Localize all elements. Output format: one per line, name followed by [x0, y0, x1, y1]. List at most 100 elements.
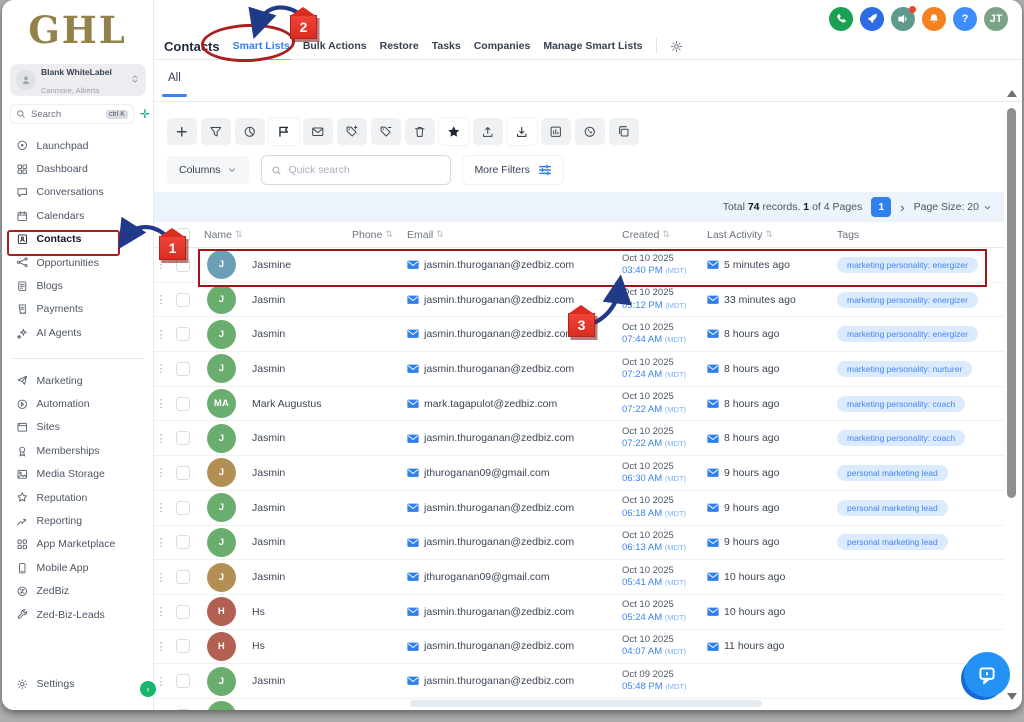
- menu-item-manage-smart-lists[interactable]: Manage Smart Lists: [543, 40, 642, 52]
- send-sms-button[interactable]: [269, 118, 299, 145]
- contact-name[interactable]: Hs: [246, 640, 346, 652]
- sidebar-item-sites[interactable]: Sites: [2, 416, 154, 439]
- contact-name[interactable]: Hs: [246, 606, 346, 618]
- contact-email[interactable]: mark.tagapulot@zedbiz.com: [401, 398, 616, 410]
- table-row[interactable]: ⋮JJasminjasmin.thuroganan@zedbiz.comOct …: [154, 283, 1004, 318]
- contact-name[interactable]: Jasmin: [246, 502, 346, 514]
- bell-icon[interactable]: [922, 7, 946, 31]
- menu-item-companies[interactable]: Companies: [474, 40, 531, 52]
- horizontal-scrollbar[interactable]: [410, 700, 762, 707]
- tag-pill[interactable]: marketing personality: nurturer: [837, 361, 972, 377]
- table-row[interactable]: ⋮JJasminjthuroganan09@gmail.comOct 10 20…: [154, 456, 1004, 491]
- table-row[interactable]: ⋮JJasminjasmin.thuroganan@zedbiz.comOct …: [154, 317, 1004, 352]
- drag-handle[interactable]: ⋮: [154, 675, 168, 688]
- column-header-created[interactable]: Created⇅: [616, 229, 701, 241]
- row-checkbox[interactable]: [176, 327, 190, 341]
- sidebar-item-blogs[interactable]: Blogs: [2, 274, 154, 297]
- sidebar-item-automation[interactable]: Automation: [2, 392, 154, 415]
- vertical-scrollbar[interactable]: [1004, 88, 1019, 710]
- sort-icon[interactable]: ⇅: [235, 229, 243, 240]
- drag-handle[interactable]: ⋮: [154, 605, 168, 618]
- next-page-chevron[interactable]: ›: [900, 200, 904, 215]
- tag-pill[interactable]: marketing personality: energizer: [837, 292, 978, 308]
- sidebar-item-mobile-app[interactable]: Mobile App: [2, 556, 154, 579]
- table-row[interactable]: ⋮MAMark Augustusmark.tagapulot@zedbiz.co…: [154, 387, 1004, 422]
- contact-name[interactable]: Jasmin: [246, 467, 346, 479]
- quick-search-input[interactable]: [288, 164, 441, 176]
- column-header-tags[interactable]: Tags: [831, 229, 1004, 241]
- contact-email[interactable]: jasmin.thuroganan@zedbiz.com: [401, 259, 616, 271]
- send-email-button[interactable]: [303, 118, 333, 145]
- sidebar-item-marketing[interactable]: Marketing: [2, 369, 154, 392]
- sidebar-search[interactable]: Search ctrl K: [10, 104, 134, 124]
- menu-item-restore[interactable]: Restore: [380, 40, 419, 52]
- export-button[interactable]: [473, 118, 503, 145]
- row-checkbox[interactable]: [176, 674, 190, 688]
- row-checkbox[interactable]: [176, 466, 190, 480]
- sidebar-item-conversations[interactable]: Conversations: [2, 181, 154, 204]
- sidebar-item-media-storage[interactable]: Media Storage: [2, 463, 154, 486]
- tag-pill[interactable]: marketing personality: energizer: [837, 257, 978, 273]
- sort-icon[interactable]: ⇅: [385, 229, 393, 240]
- contact-email[interactable]: jthuroganan09@gmail.com: [401, 571, 616, 583]
- tag-pill[interactable]: marketing personality: energizer: [837, 326, 978, 342]
- contact-email[interactable]: jasmin.thuroganan@zedbiz.com: [401, 640, 616, 652]
- add-contact-button[interactable]: [167, 118, 197, 145]
- table-row[interactable]: ⋮JJasminjasmin.thuroganan@zedbiz.comOct …: [154, 421, 1004, 456]
- delete-button[interactable]: [405, 118, 435, 145]
- table-row[interactable]: ⋮HHsjasmin.thuroganan@zedbiz.comOct 10 2…: [154, 595, 1004, 630]
- import-button[interactable]: [507, 118, 537, 145]
- row-checkbox[interactable]: [176, 397, 190, 411]
- sort-icon[interactable]: ⇅: [662, 229, 670, 240]
- drag-handle[interactable]: ⋮: [154, 536, 168, 549]
- whatsapp-button[interactable]: [575, 118, 605, 145]
- page-size-dropdown[interactable]: Page Size: 20: [914, 201, 992, 213]
- help-icon[interactable]: ?: [953, 7, 977, 31]
- megaphone-icon[interactable]: [891, 7, 915, 31]
- table-row[interactable]: ⋮JJasminjasmin.thuroganan@zedbiz.comOct …: [154, 526, 1004, 561]
- row-checkbox[interactable]: [176, 570, 190, 584]
- row-checkbox[interactable]: [176, 605, 190, 619]
- drag-handle[interactable]: ⋮: [154, 571, 168, 584]
- drag-handle[interactable]: ⋮: [154, 328, 168, 341]
- table-row[interactable]: ⋮JJasminjasmin.thuroganan@zedbiz.comOct …: [154, 352, 1004, 387]
- sidebar-item-zed-biz-leads[interactable]: Zed-Biz-Leads: [2, 603, 154, 626]
- sidebar-item-opportunities[interactable]: Opportunities: [2, 251, 154, 274]
- sidebar-item-payments[interactable]: Payments: [2, 298, 154, 321]
- contact-email[interactable]: jasmin.thuroganan@zedbiz.com: [401, 432, 616, 444]
- sidebar-item-launchpad[interactable]: Launchpad: [2, 134, 154, 157]
- table-row[interactable]: ⋮JJasminjasmin.thuroganan@zedbiz.comOct …: [154, 664, 1004, 699]
- contacts-settings-gear-icon[interactable]: [670, 40, 683, 53]
- select-all-checkbox[interactable]: [176, 228, 190, 242]
- sort-icon[interactable]: ⇅: [765, 229, 773, 240]
- row-checkbox[interactable]: [176, 431, 190, 445]
- pie-split-button[interactable]: [235, 118, 265, 145]
- contact-name[interactable]: Jasmin: [246, 432, 346, 444]
- row-checkbox[interactable]: [176, 293, 190, 307]
- contact-name[interactable]: Jasmine: [246, 259, 346, 271]
- contact-name[interactable]: Jasmin: [246, 675, 346, 687]
- column-header-email[interactable]: Email⇅: [401, 229, 616, 241]
- drag-handle[interactable]: ⋮: [154, 709, 168, 710]
- drag-handle[interactable]: ⋮: [154, 258, 168, 271]
- table-row[interactable]: ⋮JJasminejasmin.thuroganan@zedbiz.comOct…: [154, 248, 1004, 283]
- drag-handle[interactable]: ⋮: [154, 466, 168, 479]
- tab-all[interactable]: All: [168, 72, 181, 84]
- drag-handle[interactable]: ⋮: [154, 640, 168, 653]
- contact-name[interactable]: Jasmin: [246, 536, 346, 548]
- scroll-up-arrow[interactable]: [1007, 90, 1017, 97]
- contact-email[interactable]: jasmin.thuroganan@zedbiz.com: [401, 502, 616, 514]
- drag-handle[interactable]: ⋮: [154, 397, 168, 410]
- sidebar-item-memberships[interactable]: Memberships: [2, 439, 154, 462]
- more-filters-button[interactable]: More Filters: [463, 156, 562, 184]
- contact-email[interactable]: jasmin.thuroganan@zedbiz.com: [401, 328, 616, 340]
- help-chat-bubble[interactable]: [964, 652, 1010, 697]
- drag-handle[interactable]: ⋮: [154, 501, 168, 514]
- copy-button[interactable]: [609, 118, 639, 145]
- sidebar-item-zedbiz[interactable]: ZedBiz: [2, 580, 154, 603]
- phone-icon[interactable]: [829, 7, 853, 31]
- sidebar-item-settings[interactable]: Settings: [16, 678, 74, 691]
- row-checkbox[interactable]: [176, 639, 190, 653]
- sidebar-item-reporting[interactable]: Reporting: [2, 509, 154, 532]
- contact-name[interactable]: Jasmin: [246, 328, 346, 340]
